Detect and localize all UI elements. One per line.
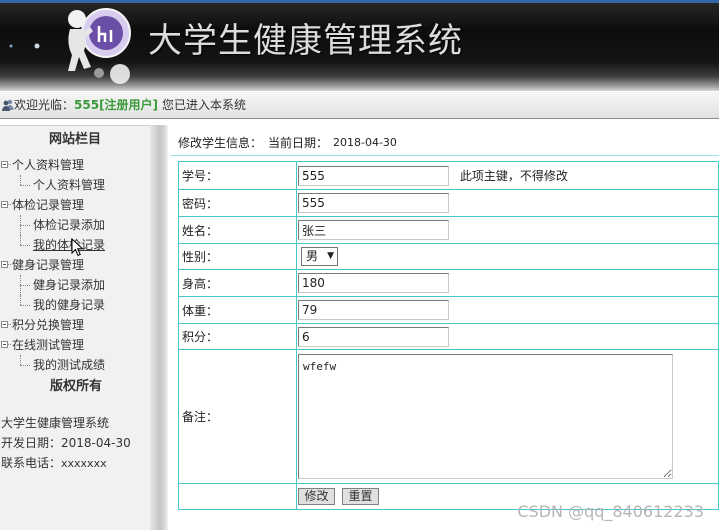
field-label: 性别： (178, 243, 297, 270)
remark-textarea[interactable]: wfefw (298, 354, 673, 479)
menu-group-checkup[interactable]: 体检记录管理 (0, 195, 150, 215)
info-phone-value: xxxxxxx (61, 457, 107, 470)
field-label: 学号： (178, 161, 297, 190)
welcome-username: 555[注册用户] (74, 98, 159, 112)
points-input[interactable] (298, 326, 449, 347)
menu-group-label: 积分兑换管理 (12, 318, 85, 332)
tree-collapse-icon[interactable] (1, 341, 8, 348)
menu-group-profile[interactable]: 个人资料管理 (0, 155, 150, 175)
field-label: 姓名： (178, 216, 297, 244)
menu-item-label: 健身记录添加 (33, 278, 106, 292)
menu-group-label: 体检记录管理 (12, 198, 85, 212)
menu-group-points[interactable]: 积分兑换管理 (0, 315, 150, 335)
form-row-name: 姓名： (178, 216, 719, 244)
welcome-suffix: 您已进入本系统 (162, 98, 247, 112)
form-row-password: 密码： (178, 189, 719, 217)
info-dev-date: 开发日期：2018-04-30 (1, 436, 131, 450)
gender-select[interactable]: 男 ▼ (301, 247, 338, 266)
menu-item-my-fitness[interactable]: 我的健身记录 (0, 295, 150, 315)
tree-collapse-icon[interactable] (1, 161, 8, 168)
form-row-student-id: 学号： 此项主键，不得修改 (178, 161, 719, 190)
field-label: 备注： (178, 349, 297, 484)
sidebar-title: 网站栏目 (48, 132, 101, 147)
mascot-logo (9, 8, 131, 84)
current-date-label: 当前日期： (268, 136, 329, 150)
form-row-gender: 性别： 男 ▼ (178, 243, 719, 270)
weight-input[interactable] (298, 300, 449, 320)
menu-item-label: 体检记录添加 (33, 218, 106, 232)
tree-collapse-icon[interactable] (1, 321, 8, 328)
menu-item-profile-manage[interactable]: 个人资料管理 (0, 175, 150, 195)
student-edit-form: 学号： 此项主键，不得修改 密码： 姓名： 性别： 男 ▼ 身高： 体重 (178, 161, 719, 510)
copyright-title: 版权所有 (49, 379, 102, 394)
gender-selected-value: 男 (306, 249, 319, 263)
page-title: 修改学生信息： (178, 136, 263, 150)
menu-group-online-test[interactable]: 在线测试管理 (0, 335, 150, 355)
name-input[interactable] (298, 220, 449, 240)
welcome-bar: 欢迎光临：555[注册用户] 您已进入本系统 (0, 92, 719, 119)
site-header: 大学生健康管理系统 (0, 0, 719, 91)
tree-collapse-icon[interactable] (1, 201, 8, 208)
menu-group-label: 个人资料管理 (12, 158, 85, 172)
menu-item-label: 我的体检记录 (33, 238, 106, 252)
tree-collapse-icon[interactable] (1, 261, 8, 268)
height-input[interactable] (298, 273, 449, 293)
form-row-height: 身高： (178, 269, 719, 297)
menu-item-label: 我的健身记录 (33, 298, 106, 312)
menu-group-label: 在线测试管理 (12, 338, 85, 352)
menu-group-fitness[interactable]: 健身记录管理 (0, 255, 150, 275)
submit-button[interactable]: 修改 (298, 488, 335, 505)
menu-item-label: 个人资料管理 (33, 178, 106, 192)
divider (170, 155, 719, 156)
welcome-prefix: 欢迎光临： (14, 98, 75, 112)
user-icon (2, 99, 14, 111)
form-row-weight: 体重： (178, 296, 719, 324)
password-input[interactable] (298, 193, 449, 213)
sidebar-menu-tree: 个人资料管理 个人资料管理 体检记录管理 体检记录添加 我的体检记录 健身记录管… (0, 155, 150, 375)
field-label: 体重： (178, 296, 297, 324)
field-label: 身高： (178, 269, 297, 297)
sidebar-divider (150, 125, 168, 530)
primary-key-note: 此项主键，不得修改 (459, 169, 568, 183)
site-title: 大学生健康管理系统 (148, 21, 463, 61)
field-label: 积分： (178, 323, 297, 350)
current-date-value: 2018-04-30 (333, 136, 397, 149)
reset-button[interactable]: 重置 (342, 488, 379, 505)
field-label: 密码： (178, 189, 297, 217)
dropdown-arrow-icon: ▼ (327, 251, 334, 261)
menu-item-checkup-add[interactable]: 体检记录添加 (0, 215, 150, 235)
info-phone-label: 联系电话： (1, 456, 62, 470)
mouse-cursor-icon (71, 238, 84, 257)
student-id-input[interactable] (298, 165, 449, 186)
menu-group-label: 健身记录管理 (12, 258, 85, 272)
form-row-remark: 备注： wfefw (178, 349, 719, 484)
form-row-points: 积分： (178, 323, 719, 350)
info-system-name: 大学生健康管理系统 (1, 416, 110, 430)
menu-item-label: 我的测试成绩 (33, 358, 106, 372)
watermark-text: CSDN @qq_840612233 (517, 502, 704, 521)
menu-item-my-test-scores[interactable]: 我的测试成绩 (0, 355, 150, 375)
menu-item-fitness-add[interactable]: 健身记录添加 (0, 275, 150, 295)
info-phone: 联系电话：xxxxxxx (1, 455, 107, 472)
